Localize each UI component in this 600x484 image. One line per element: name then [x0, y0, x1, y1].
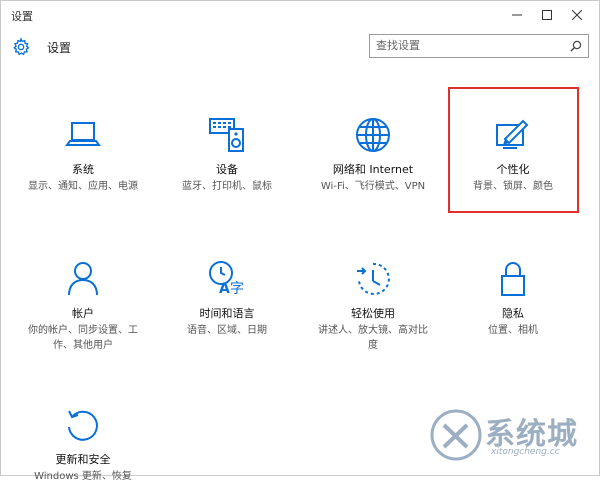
tile-network-desc: Wi-Fi、飞行模式、VPN	[320, 181, 426, 192]
search-input[interactable]	[376, 39, 556, 52]
close-icon	[572, 10, 582, 20]
tile-ease-of-access-desc: 讲述人、放大镜、高对比度	[318, 325, 428, 351]
globe-icon	[356, 118, 390, 152]
tile-network[interactable]: 网络和 Internet Wi-Fi、飞行模式、VPN	[313, 115, 433, 194]
tile-update-security-desc: Windows 更新、恢复	[34, 471, 132, 482]
watermark-logo: 系统城 xitongcheng.cc	[429, 405, 589, 465]
highlight-box	[448, 87, 579, 213]
time-language-icon: A 字	[209, 261, 244, 297]
settings-window: 设置 设置 系统	[0, 0, 600, 482]
tile-devices-title: 设备	[216, 163, 238, 176]
tile-time-language-title: 时间和语言	[199, 307, 255, 320]
maximize-button[interactable]	[532, 5, 562, 25]
tile-system-desc: 显示、通知、应用、电源	[28, 181, 138, 192]
tile-privacy-desc: 位置、相机	[488, 325, 538, 336]
tile-devices[interactable]: 设备 蓝牙、打印机、鼠标	[167, 115, 287, 194]
page-title: 设置	[47, 41, 72, 55]
lock-icon	[501, 262, 525, 296]
update-icon	[68, 410, 98, 441]
tile-devices-desc: 蓝牙、打印机、鼠标	[182, 181, 272, 192]
svg-text:A: A	[219, 281, 230, 297]
tile-accounts[interactable]: 帐户 你的帐户、同步设置、工作、其他用户	[23, 259, 143, 353]
tile-update-security-title: 更新和安全	[55, 453, 111, 466]
watermark-subtext: xitongcheng.cc	[491, 447, 560, 457]
tile-network-title: 网络和 Internet	[332, 163, 414, 176]
ease-of-access-icon	[357, 262, 390, 295]
svg-text:字: 字	[230, 281, 244, 297]
search-box[interactable]	[369, 34, 589, 58]
tile-system-title: 系统	[72, 163, 94, 176]
tile-update-security[interactable]: 更新和安全 Windows 更新、恢复	[23, 405, 143, 484]
laptop-icon	[65, 122, 101, 146]
watermark-emblem-icon	[430, 409, 482, 461]
tile-privacy-title: 隐私	[502, 307, 524, 320]
tile-time-language-desc: 语音、区域、日期	[187, 325, 267, 336]
keyboard-speaker-icon	[209, 118, 244, 152]
tile-ease-of-access[interactable]: 轻松使用 讲述人、放大镜、高对比度	[313, 259, 433, 353]
tile-privacy[interactable]: 隐私 位置、相机	[453, 259, 573, 338]
tile-accounts-title: 帐户	[72, 307, 94, 320]
tile-ease-of-access-title: 轻松使用	[351, 307, 395, 320]
title-bar: 设置	[1, 1, 599, 29]
tile-system[interactable]: 系统 显示、通知、应用、电源	[23, 115, 143, 194]
tile-time-language[interactable]: A 字 时间和语言 语音、区域、日期	[167, 259, 287, 338]
close-button[interactable]	[562, 5, 592, 25]
search-icon[interactable]	[570, 40, 582, 52]
tile-accounts-desc: 你的帐户、同步设置、工作、其他用户	[28, 325, 138, 351]
window-title: 设置	[11, 10, 33, 23]
person-icon	[68, 262, 98, 296]
gear-icon	[13, 37, 30, 56]
settings-header: 设置	[1, 29, 599, 69]
maximize-icon	[542, 10, 552, 20]
minimize-icon	[512, 14, 522, 16]
minimize-button[interactable]	[502, 5, 532, 25]
